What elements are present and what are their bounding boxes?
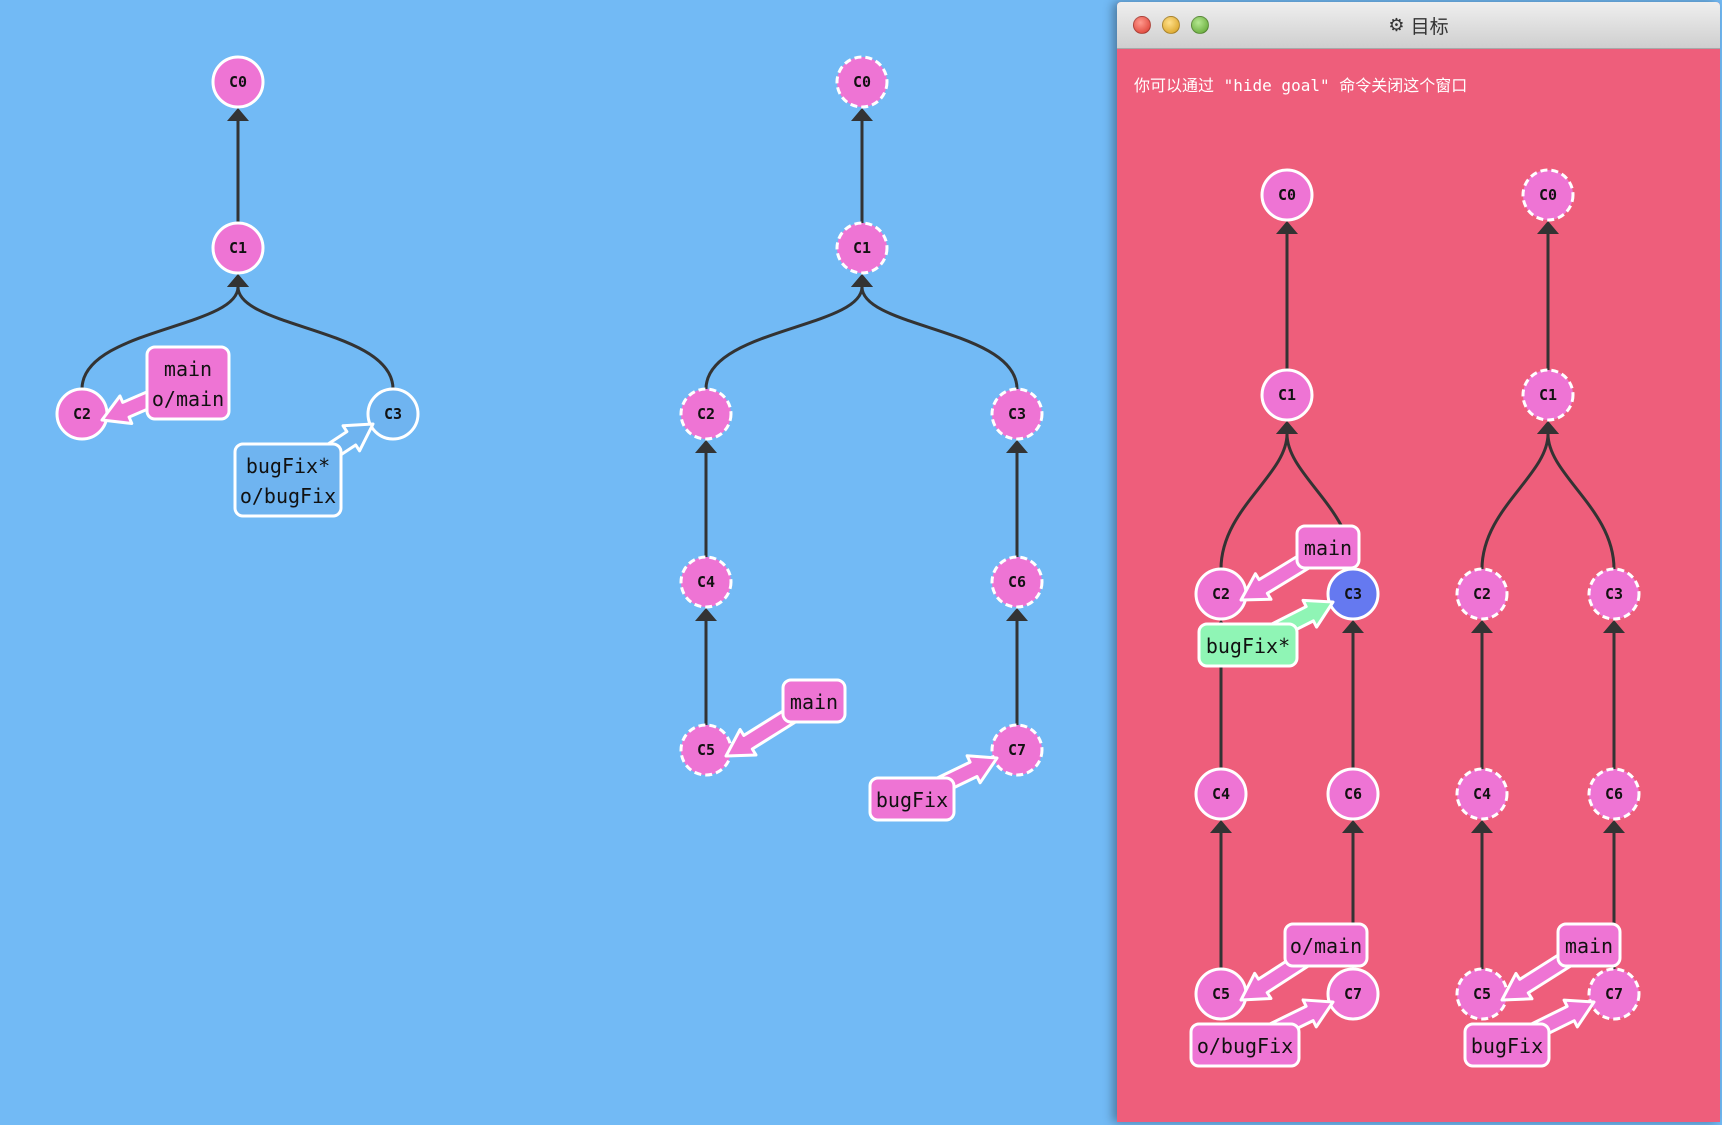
goal-local-branch-2-label: o/main xyxy=(1290,934,1362,958)
goal-local-edge-c5-arrowhead xyxy=(1210,820,1232,833)
remote-commit-c1-label: C1 xyxy=(853,239,871,257)
goal-remote-edge-c2-line xyxy=(1480,433,1550,570)
remote-edge-c1-arrowhead xyxy=(851,108,873,121)
goal-local-commit-c4-label: C4 xyxy=(1212,785,1230,803)
goal-remote-commit-c0[interactable]: C0 xyxy=(1521,168,1575,222)
local-edge-c3-line xyxy=(236,286,395,390)
local-branch-1[interactable]: bugFix* o/bugFix xyxy=(233,422,375,518)
goal-remote-commit-c6-label: C6 xyxy=(1605,785,1623,803)
remote-branch-0-label: main xyxy=(790,690,838,714)
goal-local-edge-c2-line xyxy=(1219,433,1289,570)
remote-commit-c7[interactable]: C7 xyxy=(990,723,1044,777)
goal-remote-commit-c1[interactable]: C1 xyxy=(1521,368,1575,422)
goal-local-edge-c6-arrowhead xyxy=(1342,620,1364,633)
remote-branch-1-label: bugFix xyxy=(876,788,948,812)
remote-commit-c1[interactable]: C1 xyxy=(835,221,889,275)
remote-edge-c4-arrowhead xyxy=(695,440,717,453)
goal-remote-branch-1-label: bugFix xyxy=(1471,1034,1543,1058)
goal-local-commit-c2[interactable]: C2 xyxy=(1194,567,1248,621)
goal-remote-commit-c0-label: C0 xyxy=(1539,186,1557,204)
remote-edge-c3-line xyxy=(860,286,1019,390)
goal-remote-edge-c1-arrowhead xyxy=(1537,221,1559,234)
goal-local-commit-c7-label: C7 xyxy=(1344,985,1362,1003)
goal-remote-edge-c3-arrowhead xyxy=(1537,421,1559,434)
goal-remote-commit-c3-label: C3 xyxy=(1605,585,1623,603)
remote-commit-c5-label: C5 xyxy=(697,741,715,759)
remote-commit-c4-label: C4 xyxy=(697,573,715,591)
goal-local-edge-c7-arrowhead xyxy=(1342,820,1364,833)
remote-commit-c4[interactable]: C4 xyxy=(679,555,733,609)
goal-remote-edge-c4-arrowhead xyxy=(1471,620,1493,633)
local-branch-0-label: main xyxy=(164,357,212,381)
remote-commit-c7-label: C7 xyxy=(1008,741,1026,759)
local-edge-c1-arrowhead xyxy=(227,108,249,121)
goal-remote-edge-c5-arrowhead xyxy=(1471,820,1493,833)
remote-commit-c5[interactable]: C5 xyxy=(679,723,733,777)
remote-commit-c6[interactable]: C6 xyxy=(990,555,1044,609)
goal-remote-edge-c7-arrowhead xyxy=(1603,820,1625,833)
goal-remote-commit-c4[interactable]: C4 xyxy=(1455,767,1509,821)
local-branch-0[interactable]: main o/main xyxy=(100,345,231,426)
goal-local-commit-c1-label: C1 xyxy=(1278,386,1296,404)
goal-local-commit-c6[interactable]: C6 xyxy=(1326,767,1380,821)
local-branch-0-label: o/main xyxy=(152,387,224,411)
local-branch-1-label: bugFix* xyxy=(246,454,330,478)
local-commit-c2[interactable]: C2 xyxy=(55,387,109,441)
goal-local-branch-1-label: bugFix* xyxy=(1206,634,1290,658)
remote-edge-c7-arrowhead xyxy=(1006,608,1028,621)
goal-local-commit-c6-label: C6 xyxy=(1344,785,1362,803)
goal-local-commit-c1[interactable]: C1 xyxy=(1260,368,1314,422)
goal-local-commit-c5-label: C5 xyxy=(1212,985,1230,1003)
goal-local-commit-c4[interactable]: C4 xyxy=(1194,767,1248,821)
goal-local-branch-3-label: o/bugFix xyxy=(1197,1034,1293,1058)
goal-remote-commit-c5[interactable]: C5 xyxy=(1455,967,1509,1021)
goal-visualization: C0 C1 C2 C3 C4 C5 C6 C7 main bugFix* o/main o/bugFi… xyxy=(1189,168,1641,1068)
remote-branch-0[interactable]: main xyxy=(724,678,847,758)
local-commit-c2-label: C2 xyxy=(73,405,91,423)
local-commit-c1[interactable]: C1 xyxy=(211,221,265,275)
goal-local-edge-c3-arrowhead xyxy=(1276,421,1298,434)
goal-remote-commit-c6[interactable]: C6 xyxy=(1587,767,1641,821)
goal-remote-commit-c7[interactable]: C7 xyxy=(1587,967,1641,1021)
goal-local-commit-c7[interactable]: C7 xyxy=(1326,967,1380,1021)
local-edge-c3-arrowhead xyxy=(227,274,249,287)
goal-remote-commit-c1-label: C1 xyxy=(1539,386,1557,404)
goal-local-branch-0-label: main xyxy=(1304,536,1352,560)
goal-local-commit-c3-label: C3 xyxy=(1344,585,1362,603)
local-commit-c0-label: C0 xyxy=(229,73,247,91)
remote-branch-1[interactable]: bugFix xyxy=(868,754,999,822)
goal-remote-commit-c5-label: C5 xyxy=(1473,985,1491,1003)
remote-edge-c2-line xyxy=(704,286,864,390)
goal-local-commit-c2-label: C2 xyxy=(1212,585,1230,603)
goal-remote-edge-c3-line xyxy=(1546,433,1616,570)
goal-remote-commit-c2-label: C2 xyxy=(1473,585,1491,603)
remote-commit-c0[interactable]: C0 xyxy=(835,55,889,109)
local-branch-1-label: o/bugFix xyxy=(240,484,336,508)
local-commit-c1-label: C1 xyxy=(229,239,247,257)
goal-remote-branch-0-label: main xyxy=(1565,934,1613,958)
remote-commit-c0-label: C0 xyxy=(853,73,871,91)
goal-local-edge-c1-arrowhead xyxy=(1276,221,1298,234)
local-commit-c3-label: C3 xyxy=(384,405,402,423)
goal-local-commit-c0[interactable]: C0 xyxy=(1260,168,1314,222)
remote-edge-c5-arrowhead xyxy=(695,608,717,621)
goal-remote-commit-c4-label: C4 xyxy=(1473,785,1491,803)
goal-remote-commit-c3[interactable]: C3 xyxy=(1587,567,1641,621)
remote-commit-c3[interactable]: C3 xyxy=(990,387,1044,441)
local-commit-c3[interactable]: C3 xyxy=(366,387,420,441)
goal-local-commit-c5[interactable]: C5 xyxy=(1194,967,1248,1021)
goal-local-commit-c3[interactable]: C3 xyxy=(1326,567,1380,621)
remote-commit-c2-label: C2 xyxy=(697,405,715,423)
remote-commit-c3-label: C3 xyxy=(1008,405,1026,423)
remote-edge-c3-arrowhead xyxy=(851,274,873,287)
goal-remote-edge-c6-arrowhead xyxy=(1603,620,1625,633)
remote-commit-c2[interactable]: C2 xyxy=(679,387,733,441)
local-commit-c0[interactable]: C0 xyxy=(211,55,265,109)
goal-local-commit-c0-label: C0 xyxy=(1278,186,1296,204)
remote-edge-c6-arrowhead xyxy=(1006,440,1028,453)
goal-remote-commit-c7-label: C7 xyxy=(1605,985,1623,1003)
remote-commit-c6-label: C6 xyxy=(1008,573,1026,591)
goal-remote-commit-c2[interactable]: C2 xyxy=(1455,567,1509,621)
goal-window: ⚙ 目标 你可以通过 "hide goal" 命令关闭这个窗口 C0 C1 C2 C3… xyxy=(1117,2,1720,1122)
